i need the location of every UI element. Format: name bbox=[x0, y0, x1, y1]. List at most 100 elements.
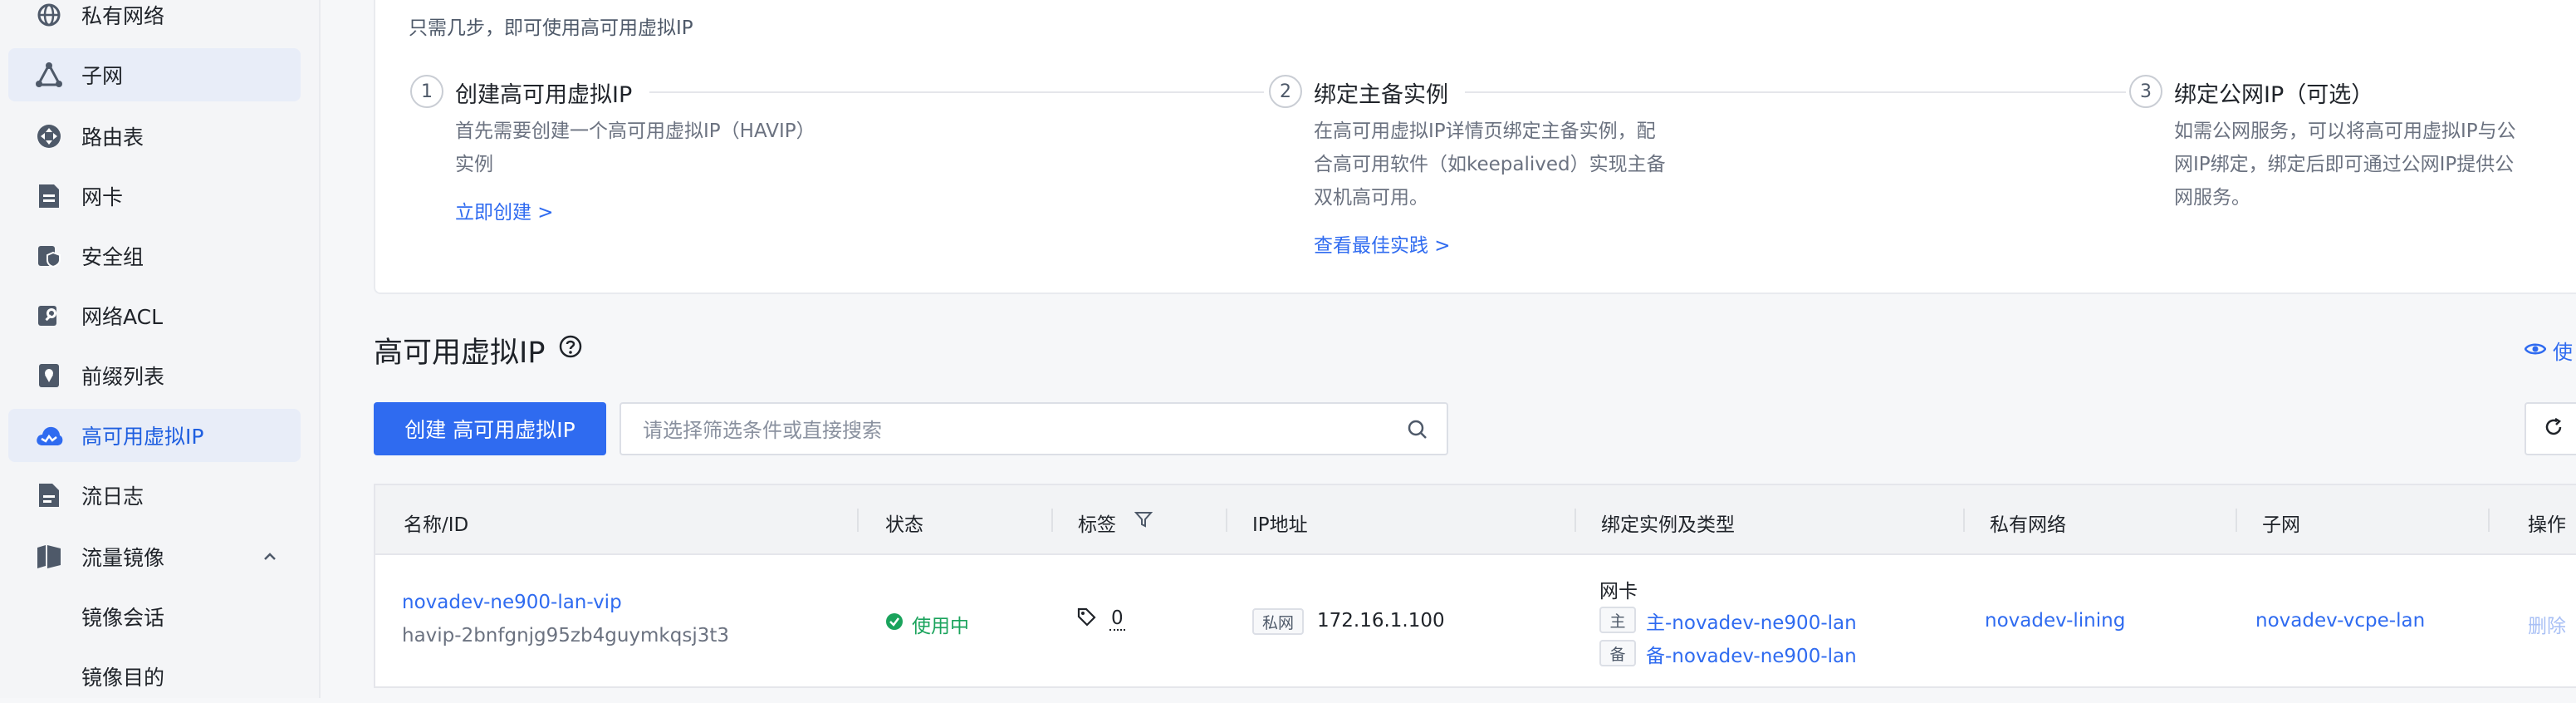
sidebar-item-prefix-list[interactable]: 前缀列表 bbox=[8, 349, 301, 402]
step-title: 绑定公网IP（可选） bbox=[2174, 82, 2374, 108]
step-description-line: 在高可用虚拟IP详情页绑定主备实例，配 bbox=[1314, 120, 1656, 142]
column-divider[interactable] bbox=[1226, 509, 1227, 532]
step-number: 2 bbox=[1269, 75, 1302, 108]
sidebar-item-label: 高可用虚拟IP bbox=[81, 425, 204, 449]
table-row bbox=[374, 555, 2576, 688]
sidebar-item-havip[interactable]: 高可用虚拟IP bbox=[8, 409, 301, 462]
status-text: 使用中 bbox=[912, 616, 969, 637]
tag-icon bbox=[1076, 607, 1096, 632]
sidebar: 私有网络 子网 路由表 网卡 安全组 网络ACL 前缀列表 高可用虚拟IP 流日… bbox=[0, 0, 321, 698]
sidebar-item-label: 网络ACL bbox=[81, 305, 164, 329]
sidebar-item-traffic-mirror[interactable]: 流量镜像 bbox=[8, 530, 301, 583]
step-description-line: 实例 bbox=[455, 154, 493, 175]
vpc-link[interactable]: novadev-lining bbox=[1985, 610, 2125, 632]
column-header-ip[interactable]: IP地址 bbox=[1252, 509, 1308, 537]
prefix-list-icon bbox=[35, 361, 63, 390]
chevron-up-icon[interactable] bbox=[262, 549, 277, 565]
column-header-subnet[interactable]: 子网 bbox=[2262, 509, 2300, 537]
delete-button[interactable]: 删除 bbox=[2528, 610, 2566, 638]
sidebar-item-label: 前缀列表 bbox=[81, 365, 165, 389]
globe-icon bbox=[35, 1, 63, 29]
sidebar-item-flow-log[interactable]: 流日志 bbox=[8, 469, 301, 522]
ip-type-badge: 私网 bbox=[1252, 608, 1304, 635]
shield-icon bbox=[35, 242, 63, 270]
tag-count[interactable]: 0 bbox=[1076, 607, 1125, 632]
havip-name-link[interactable]: novadev-ne900-lan-vip bbox=[402, 592, 622, 613]
step-description: 在高可用虚拟IP详情页绑定主备实例，配 合高可用软件（如keepalived）实… bbox=[1314, 115, 1666, 214]
step-description-line: 如需公网服务，可以将高可用虚拟IP与公 bbox=[2174, 120, 2516, 142]
search-box bbox=[620, 402, 1448, 455]
sidebar-item-label: 流量镜像 bbox=[81, 546, 165, 570]
sidebar-item-mirror-target[interactable]: 镜像目的 bbox=[8, 650, 301, 703]
create-havip-button[interactable]: 创建 高可用虚拟IP bbox=[374, 402, 606, 455]
acl-key-icon bbox=[35, 302, 63, 330]
help-icon[interactable] bbox=[558, 334, 583, 362]
sidebar-item-subnet[interactable]: 子网 bbox=[8, 48, 301, 101]
sidebar-item-label: 流日志 bbox=[81, 484, 144, 509]
status-badge: 使用中 bbox=[885, 610, 969, 638]
havip-id: havip-2bnfgnjg95zb4guymkqsj3t3 bbox=[402, 625, 729, 646]
column-header-tags[interactable]: 标签 bbox=[1078, 509, 1116, 537]
guide-intro: 只需几步，即可使用高可用虚拟IP bbox=[409, 17, 693, 39]
ip-address: 172.16.1.100 bbox=[1317, 610, 1445, 632]
column-divider[interactable] bbox=[1963, 509, 1965, 532]
column-header-vpc[interactable]: 私有网络 bbox=[1990, 509, 2066, 537]
column-divider[interactable] bbox=[1051, 509, 1053, 532]
create-now-link[interactable]: 立即创建 > bbox=[455, 196, 554, 224]
route-icon bbox=[35, 122, 63, 150]
column-divider[interactable] bbox=[2488, 509, 2490, 532]
backup-instance-link[interactable]: 备-novadev-ne900-lan bbox=[1646, 640, 1857, 668]
subnet-icon bbox=[35, 61, 63, 89]
step-title: 绑定主备实例 bbox=[1314, 82, 1448, 108]
sidebar-item-route-table[interactable]: 路由表 bbox=[8, 110, 301, 163]
sidebar-item-mirror-session[interactable]: 镜像会话 bbox=[8, 590, 301, 643]
step-description-line: 双机高可用。 bbox=[1314, 187, 1428, 209]
sidebar-item-label: 安全组 bbox=[81, 245, 144, 269]
refresh-button[interactable] bbox=[2525, 402, 2576, 455]
sidebar-item-label: 子网 bbox=[81, 64, 124, 88]
best-practice-link[interactable]: 查看最佳实践 > bbox=[1314, 229, 1451, 258]
tag-count-value: 0 bbox=[1109, 607, 1125, 631]
mirror-icon bbox=[35, 543, 63, 571]
sidebar-item-label: 镜像会话 bbox=[81, 606, 165, 630]
instance-type: 网卡 bbox=[1599, 581, 1638, 602]
column-header-status[interactable]: 状态 bbox=[885, 509, 923, 537]
column-divider[interactable] bbox=[1574, 509, 1576, 532]
column-header-actions: 操作 bbox=[2528, 514, 2566, 536]
step-number: 1 bbox=[410, 75, 443, 108]
sidebar-item-label: 网卡 bbox=[81, 185, 124, 209]
havip-cloud-icon bbox=[35, 421, 63, 450]
page-title: 高可用虚拟IP bbox=[374, 337, 546, 370]
check-circle-icon bbox=[885, 612, 904, 636]
sidebar-item-network-acl[interactable]: 网络ACL bbox=[8, 289, 301, 342]
sidebar-item-nic[interactable]: 网卡 bbox=[8, 170, 301, 223]
usage-guide-link[interactable]: 使 bbox=[2524, 336, 2573, 365]
step-description: 首先需要创建一个高可用虚拟IP（HAVIP） 实例 bbox=[455, 115, 815, 181]
sidebar-item-vpc[interactable]: 私有网络 bbox=[8, 0, 301, 42]
step-description-line: 首先需要创建一个高可用虚拟IP（HAVIP） bbox=[455, 120, 815, 142]
search-icon[interactable] bbox=[1407, 419, 1428, 444]
refresh-icon bbox=[2544, 417, 2564, 440]
subnet-link[interactable]: novadev-vcpe-lan bbox=[2255, 610, 2425, 632]
usage-guide-label: 使 bbox=[2553, 341, 2573, 364]
filter-icon[interactable] bbox=[1134, 510, 1153, 532]
step-connector bbox=[649, 91, 1264, 93]
log-icon bbox=[35, 481, 63, 509]
primary-tag: 主 bbox=[1599, 607, 1636, 633]
table-header: 名称/ID 状态 标签 IP地址 绑定实例及类型 私有网络 子网 操作 bbox=[374, 484, 2576, 555]
step-connector bbox=[1465, 91, 2126, 93]
column-divider[interactable] bbox=[857, 509, 859, 532]
sidebar-item-label: 私有网络 bbox=[81, 4, 165, 28]
sidebar-item-security-group[interactable]: 安全组 bbox=[8, 229, 301, 283]
search-input[interactable] bbox=[641, 414, 1392, 447]
backup-tag: 备 bbox=[1599, 640, 1636, 666]
step-number: 3 bbox=[2129, 75, 2162, 108]
step-description: 如需公网服务，可以将高可用虚拟IP与公 网IP绑定，绑定后即可通过公网IP提供公… bbox=[2174, 115, 2556, 214]
column-header-bound-instance[interactable]: 绑定实例及类型 bbox=[1601, 509, 1735, 537]
sidebar-item-label: 镜像目的 bbox=[81, 666, 165, 690]
column-header-name[interactable]: 名称/ID bbox=[404, 509, 468, 537]
primary-instance-link[interactable]: 主-novadev-ne900-lan bbox=[1646, 607, 1857, 635]
nic-icon bbox=[35, 182, 63, 210]
sidebar-item-label: 路由表 bbox=[81, 125, 144, 150]
column-divider[interactable] bbox=[2236, 509, 2237, 532]
